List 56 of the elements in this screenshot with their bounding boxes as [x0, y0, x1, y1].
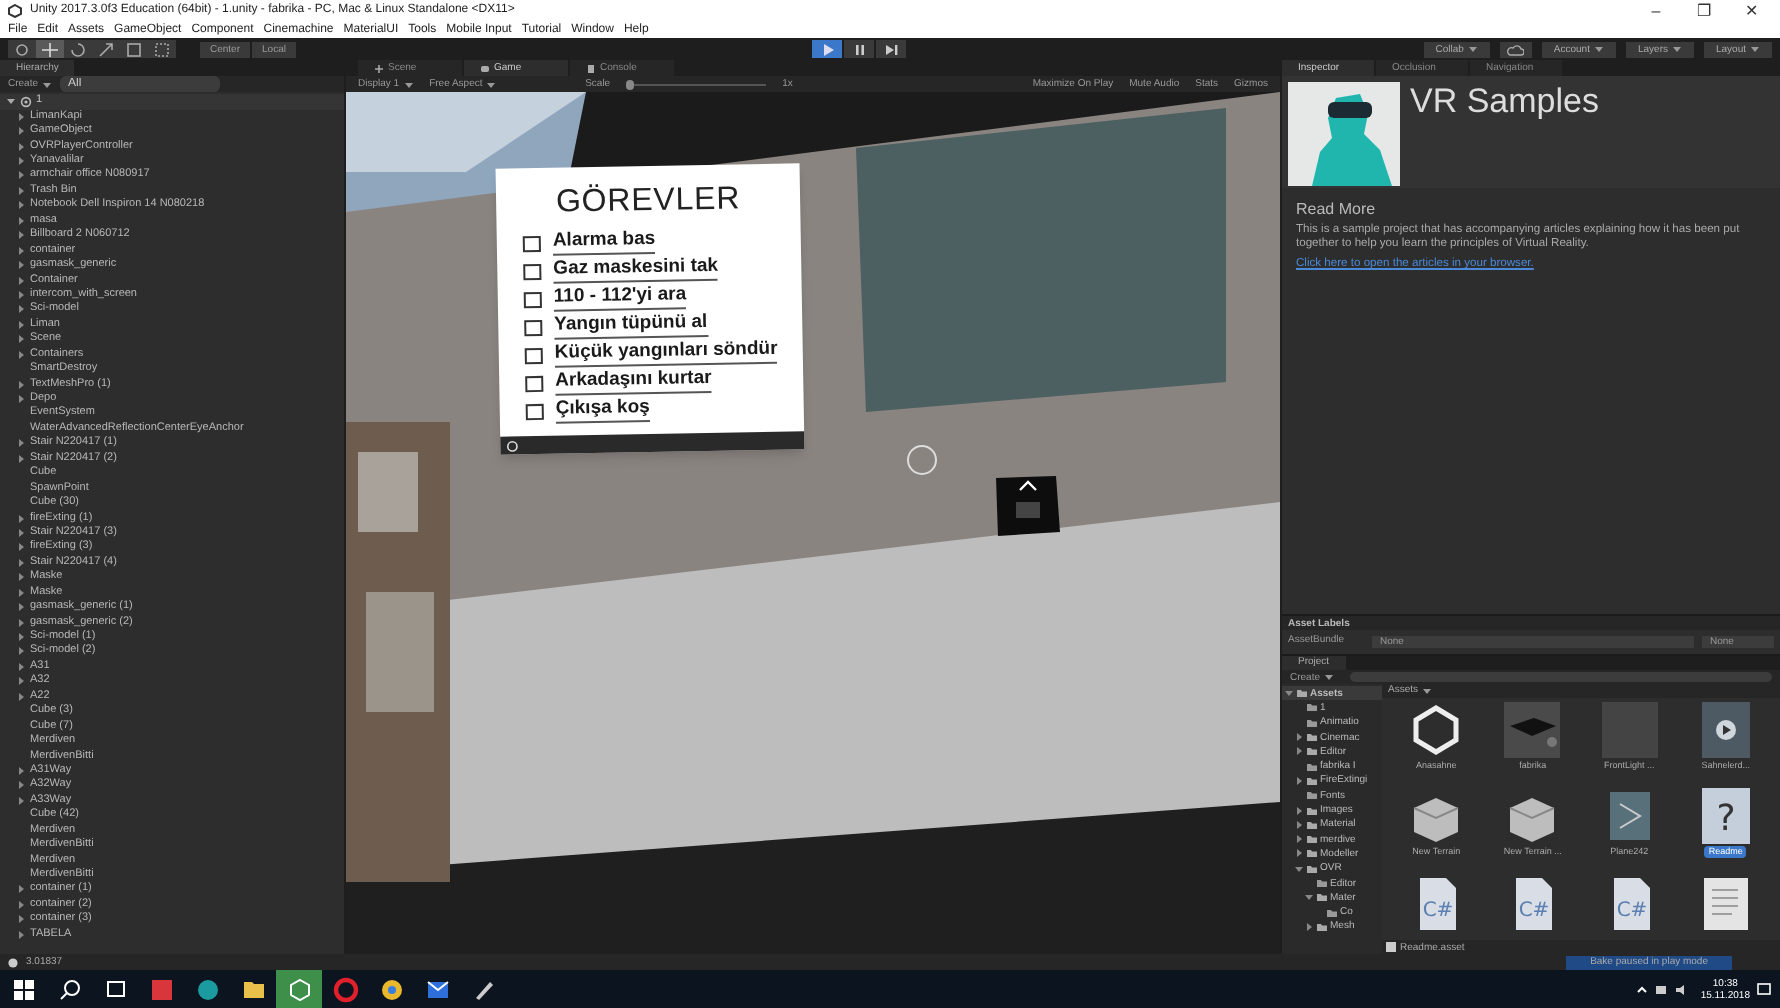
caret-right-icon[interactable]	[1294, 775, 1304, 786]
network-icon[interactable]	[1654, 983, 1669, 995]
rect-icon	[124, 41, 144, 57]
caret-down-icon[interactable]	[1593, 44, 1604, 54]
caret-down-icon[interactable]	[1750, 44, 1761, 54]
model-icon[interactable]	[1504, 702, 1561, 758]
readme-heading: Read More	[1296, 200, 1378, 220]
question-mark-icon[interactable]: ?	[1697, 788, 1754, 845]
play-button[interactable]	[812, 40, 843, 58]
move-tool-button[interactable]	[36, 40, 64, 58]
opera-icon	[329, 973, 361, 1005]
caret-down-icon[interactable]	[1304, 892, 1314, 903]
notification-icon[interactable]	[1756, 981, 1772, 997]
asset-title: VR Samples	[1410, 82, 1599, 124]
gamepad-icon	[480, 63, 490, 73]
scene-icon	[20, 95, 32, 108]
step-button[interactable]	[876, 40, 907, 58]
caret-right-icon[interactable]	[1304, 921, 1314, 932]
task-label: 110 - 112'yi ara	[553, 283, 687, 312]
video-icon[interactable]	[1697, 702, 1754, 758]
asset-file-icon	[1386, 942, 1396, 952]
board-title: GÖREVLER	[553, 181, 743, 223]
logo-icon	[506, 439, 519, 452]
task-label: Alarma bas	[552, 227, 656, 256]
chevron-up-icon[interactable]	[1636, 983, 1649, 995]
rotate-icon	[68, 41, 88, 57]
vr-headset-silhouette-icon	[1288, 82, 1400, 186]
caret-down-icon[interactable]	[1672, 44, 1682, 54]
cloud-button[interactable]	[1499, 41, 1532, 57]
speaker-icon[interactable]	[1674, 983, 1689, 995]
minimize-button[interactable]: –	[1636, 1, 1676, 19]
cloud-icon	[1506, 43, 1525, 55]
step-icon	[881, 41, 902, 57]
caret-down-icon[interactable]	[1467, 44, 1478, 54]
restore-button[interactable]: ❐	[1684, 1, 1724, 19]
console-icon	[586, 63, 596, 73]
hand-icon	[12, 41, 32, 57]
caret-down-icon[interactable]	[6, 96, 16, 107]
task-label: Çıkışa koş	[555, 396, 650, 424]
unity-logo-icon	[8, 3, 22, 17]
close-button[interactable]: ✕	[1732, 1, 1772, 19]
search-field[interactable]	[1350, 672, 1772, 682]
unity-scene-icon[interactable]	[1408, 702, 1465, 758]
task-label: Arkadaşını kurtar	[555, 366, 712, 396]
caret-down-icon[interactable]	[1284, 688, 1294, 699]
scene-icon	[374, 63, 384, 73]
task-label: Yangın tüpünü al	[554, 311, 708, 340]
task-label: Gaz maskesini tak	[553, 254, 719, 284]
move-icon	[40, 41, 60, 57]
scale-icon	[96, 41, 116, 57]
transform-icon	[152, 41, 172, 57]
task-label: Küçük yangınları söndür	[554, 337, 778, 368]
scale-slider-thumb[interactable]	[626, 79, 635, 89]
caret-down-icon[interactable]	[1294, 863, 1304, 874]
info-icon	[8, 957, 18, 967]
pause-button[interactable]	[844, 40, 875, 58]
